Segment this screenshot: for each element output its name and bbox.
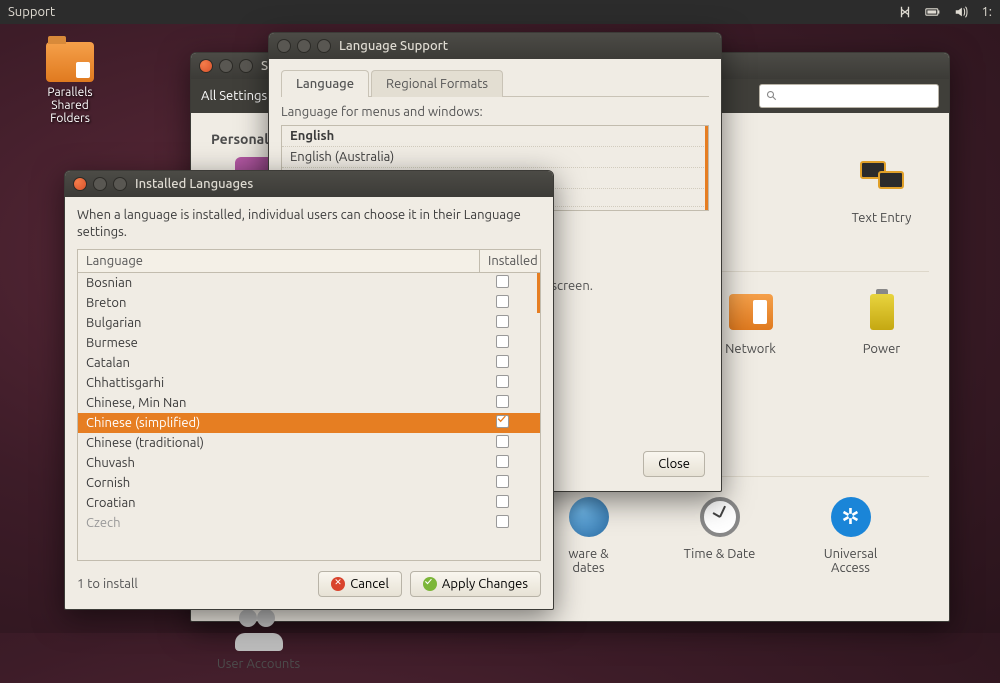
window-close-icon[interactable] (73, 177, 87, 191)
table-row-selected[interactable]: Chinese (simplified) (78, 413, 540, 433)
time-date-icon (696, 493, 744, 541)
window-title: Installed Languages (135, 177, 253, 191)
tab-regional-formats[interactable]: Regional Formats (371, 70, 503, 97)
list-item[interactable]: English (282, 126, 708, 147)
checkbox[interactable] (472, 315, 532, 331)
list-item[interactable]: English (Australia) (282, 147, 708, 168)
table-row[interactable]: Cornish (78, 473, 540, 493)
settings-item-label: Universal Access (803, 547, 898, 575)
language-list-label: Language for menus and windows: (281, 105, 709, 119)
sound-indicator-icon[interactable] (953, 5, 969, 19)
table-row[interactable]: Catalan (78, 353, 540, 373)
checkbox[interactable] (472, 495, 532, 511)
table-row[interactable]: Bulgarian (78, 313, 540, 333)
scrollbar[interactable] (537, 273, 540, 313)
install-status: 1 to install (77, 577, 310, 591)
settings-item-universal-access[interactable]: ✲ Universal Access (803, 493, 898, 575)
settings-item-text-entry[interactable]: Text Entry (834, 157, 929, 225)
cancel-button[interactable]: Cancel (318, 571, 402, 597)
desktop-icon-parallels[interactable]: Parallels Shared Folders (30, 42, 110, 125)
checkbox-checked[interactable] (472, 415, 532, 431)
checkbox[interactable] (472, 275, 532, 291)
folder-icon (46, 42, 94, 82)
checkbox[interactable] (472, 295, 532, 311)
table-row[interactable]: Bosnian (78, 273, 540, 293)
window-controls (199, 59, 253, 73)
checkbox[interactable] (472, 435, 532, 451)
clock-indicator[interactable]: 1: (981, 5, 992, 19)
scrollbar[interactable] (705, 126, 708, 210)
settings-item-label: ware & dates (541, 547, 636, 575)
table-row[interactable]: Chinese (traditional) (78, 433, 540, 453)
installed-languages-dialog: Installed Languages When a language is i… (64, 170, 554, 610)
close-button[interactable]: Close (643, 451, 705, 477)
checkbox[interactable] (472, 515, 532, 531)
cancel-icon (331, 577, 345, 591)
settings-search-input[interactable] (759, 84, 939, 108)
settings-item-label: Text Entry (834, 211, 929, 225)
checkbox[interactable] (472, 395, 532, 411)
text-entry-icon (858, 157, 906, 205)
settings-item-label: Power (834, 342, 929, 356)
network-indicator-icon[interactable] (897, 5, 913, 19)
universal-access-icon: ✲ (827, 493, 875, 541)
window-close-icon[interactable] (277, 39, 291, 53)
desktop-icon-label: Parallels Shared Folders (30, 86, 110, 125)
window-maximize-icon[interactable] (113, 177, 127, 191)
table-row[interactable]: Breton (78, 293, 540, 313)
user-accounts-icon (235, 603, 283, 651)
settings-item-label: Time & Date (672, 547, 767, 561)
window-maximize-icon[interactable] (239, 59, 253, 73)
tab-bar: Language Regional Formats (281, 69, 709, 97)
network-icon (727, 288, 775, 336)
column-installed[interactable]: Installed (480, 250, 540, 272)
checkbox[interactable] (472, 335, 532, 351)
window-minimize-icon[interactable] (219, 59, 233, 73)
window-header[interactable]: Language Support (269, 33, 721, 59)
panel-title: Support (8, 5, 897, 19)
table-row[interactable]: Chhattisgarhi (78, 373, 540, 393)
window-minimize-icon[interactable] (297, 39, 311, 53)
table-row[interactable]: Burmese (78, 333, 540, 353)
settings-item-user-accounts[interactable]: User Accounts (211, 603, 306, 671)
table-header: Language Installed (77, 249, 541, 272)
window-title: Language Support (339, 39, 448, 53)
languages-table[interactable]: Bosnian Breton Bulgarian Burmese Catalan… (77, 272, 541, 561)
checkbox[interactable] (472, 475, 532, 491)
settings-item-software-updates[interactable]: ware & dates (541, 493, 636, 575)
hint-text: e. (541, 235, 709, 249)
checkbox[interactable] (472, 355, 532, 371)
software-updates-icon (565, 493, 613, 541)
window-controls (73, 177, 127, 191)
hint-text: n screen. (541, 279, 709, 293)
all-settings-button[interactable]: All Settings (201, 89, 267, 103)
window-minimize-icon[interactable] (93, 177, 107, 191)
checkbox[interactable] (472, 375, 532, 391)
table-row[interactable]: Chinese, Min Nan (78, 393, 540, 413)
apply-icon (423, 577, 437, 591)
settings-item-power[interactable]: Power (834, 288, 929, 356)
settings-item-label: User Accounts (211, 657, 306, 671)
table-row[interactable]: Croatian (78, 493, 540, 513)
window-maximize-icon[interactable] (317, 39, 331, 53)
settings-item-time-date[interactable]: Time & Date (672, 493, 767, 575)
checkbox[interactable] (472, 455, 532, 471)
column-language[interactable]: Language (78, 250, 480, 272)
window-close-icon[interactable] (199, 59, 213, 73)
window-header[interactable]: Installed Languages (65, 171, 553, 197)
tab-language[interactable]: Language (281, 70, 369, 97)
dialog-footer: 1 to install Cancel Apply Changes (77, 561, 541, 597)
table-row[interactable]: Chuvash (78, 453, 540, 473)
window-controls (277, 39, 331, 53)
search-icon (766, 90, 778, 102)
top-panel: Support 1: (0, 0, 1000, 24)
apply-changes-button[interactable]: Apply Changes (410, 571, 541, 597)
indicator-area: 1: (897, 5, 992, 19)
instructions-text: When a language is installed, individual… (77, 207, 541, 241)
power-icon (858, 288, 906, 336)
table-row[interactable]: Czech (78, 513, 540, 533)
battery-indicator-icon[interactable] (925, 5, 941, 19)
installed-languages-body: When a language is installed, individual… (65, 197, 553, 609)
